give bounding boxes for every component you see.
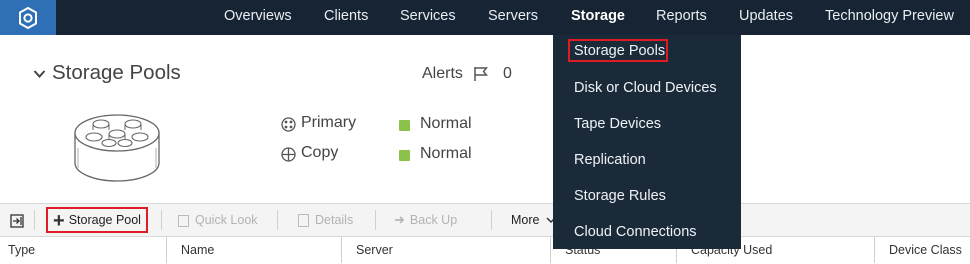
back-up-button[interactable]: ➜ Back Up — [394, 204, 457, 236]
back-up-label: Back Up — [409, 213, 458, 227]
quick-look-label: Quick Look — [195, 213, 258, 227]
primary-label: Primary — [301, 114, 357, 131]
nav-servers[interactable]: Servers — [488, 0, 538, 35]
column-server[interactable]: Server — [356, 237, 393, 263]
status-check-icon — [399, 120, 410, 131]
menu-item-storage-rules[interactable]: Storage Rules — [574, 188, 666, 204]
nav-clients[interactable]: Clients — [324, 0, 368, 35]
quick-look-icon — [178, 215, 189, 227]
home-logo-icon[interactable] — [0, 0, 56, 35]
top-nav-bar: Overviews Clients Services Servers Stora… — [0, 0, 970, 35]
nav-updates[interactable]: Updates — [739, 0, 793, 35]
collapse-chevron-icon[interactable] — [33, 66, 46, 84]
back-up-icon: ➜ — [394, 212, 405, 227]
details-icon — [298, 214, 309, 227]
storage-dropdown-menu: Storage Pools Disk or Cloud Devices Tape… — [553, 35, 741, 249]
more-menu-button[interactable]: More — [511, 204, 556, 236]
column-name[interactable]: Name — [181, 237, 214, 263]
add-storage-pool-highlight — [46, 207, 148, 233]
nav-services[interactable]: Services — [400, 0, 456, 35]
page-title: Storage Pools — [52, 61, 181, 84]
table-header: Type Name Server Status Capacity Used De… — [0, 237, 970, 263]
menu-item-tape-devices[interactable]: Tape Devices — [574, 116, 661, 132]
menu-item-disk-or-cloud-devices[interactable]: Disk or Cloud Devices — [574, 80, 717, 96]
menu-item-replication[interactable]: Replication — [574, 152, 646, 168]
nav-reports[interactable]: Reports — [656, 0, 707, 35]
nav-overviews[interactable]: Overviews — [224, 0, 292, 35]
storage-pool-illustration-icon — [72, 110, 162, 193]
more-label: More — [511, 213, 540, 227]
status-check-icon — [399, 150, 410, 161]
alerts-label: Alerts — [422, 65, 463, 82]
storage-pools-highlight — [568, 39, 668, 62]
copy-label: Copy — [301, 144, 339, 161]
details-button[interactable]: Details — [298, 204, 353, 236]
details-label: Details — [315, 213, 354, 227]
flag-icon[interactable] — [473, 66, 489, 87]
quick-look-button[interactable]: Quick Look — [178, 204, 258, 236]
column-type[interactable]: Type — [8, 237, 35, 263]
nav-storage[interactable]: Storage — [571, 0, 625, 35]
copy-pool-icon — [281, 147, 296, 167]
alerts-count: 0 — [503, 65, 512, 82]
menu-item-cloud-connections[interactable]: Cloud Connections — [574, 224, 697, 240]
copy-status: Normal — [420, 145, 472, 162]
column-device-class[interactable]: Device Class — [889, 237, 962, 263]
nav-technology-preview[interactable]: Technology Preview — [825, 0, 954, 35]
primary-pool-icon — [281, 117, 296, 137]
toggle-panel-icon[interactable] — [10, 205, 24, 237]
primary-status: Normal — [420, 115, 472, 132]
